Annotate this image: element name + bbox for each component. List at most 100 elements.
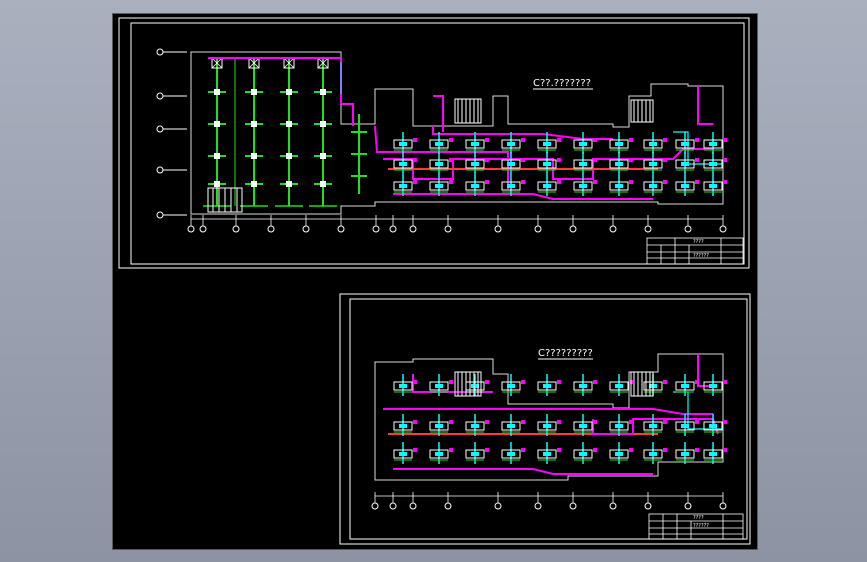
axis-bubble bbox=[371, 502, 379, 510]
axis-bubble bbox=[372, 225, 380, 233]
fan-coil-core bbox=[709, 162, 717, 166]
fan-coil-core bbox=[507, 142, 515, 146]
fan-coil-core bbox=[615, 424, 623, 428]
axis-bubble bbox=[494, 502, 502, 510]
air-diffuser-node bbox=[251, 153, 257, 159]
fan-coil-core bbox=[681, 162, 689, 166]
axis-bubble bbox=[644, 502, 652, 510]
axis-bubble bbox=[494, 225, 502, 233]
axis-bubble bbox=[644, 225, 652, 233]
fan-coil-core bbox=[579, 184, 587, 188]
air-diffuser-node bbox=[214, 153, 220, 159]
sheet-1-fan-coil-units bbox=[393, 132, 727, 196]
fan-coil-core bbox=[471, 184, 479, 188]
fan-coil-core bbox=[543, 384, 551, 388]
fan-coil-core bbox=[543, 142, 551, 146]
air-diffuser-node bbox=[214, 89, 220, 95]
fan-coil-core bbox=[507, 162, 515, 166]
axis-bubble bbox=[719, 502, 727, 510]
sheet-1-drawing-title: C??.??????? bbox=[533, 78, 591, 89]
fan-coil-core bbox=[681, 142, 689, 146]
sheet-2-title-block-header: ???? bbox=[693, 515, 704, 521]
axis-bubble bbox=[609, 225, 617, 233]
air-diffuser-node bbox=[320, 153, 326, 159]
axis-bubble bbox=[232, 225, 240, 233]
cad-viewport[interactable]: C??.??????? ???? ?????? C????????? ???? … bbox=[112, 13, 758, 550]
drawing-sheet-2: C????????? ???? ?????? bbox=[339, 293, 751, 545]
fan-coil-core bbox=[543, 424, 551, 428]
fan-coil-core bbox=[615, 384, 623, 388]
fan-coil-core bbox=[615, 184, 623, 188]
fan-coil-core bbox=[615, 142, 623, 146]
fan-coil-core bbox=[471, 162, 479, 166]
axis-bubble bbox=[534, 502, 542, 510]
fan-coil-core bbox=[435, 184, 443, 188]
fan-coil-core bbox=[507, 184, 515, 188]
sheet-2-drawing-title: C????????? bbox=[538, 348, 593, 359]
sheet-2-main-pipes bbox=[383, 354, 723, 475]
axis-bubble bbox=[389, 225, 397, 233]
fan-coil-core bbox=[709, 384, 717, 388]
axis-bubble bbox=[187, 225, 195, 233]
axis-bubble bbox=[534, 225, 542, 233]
fan-coil-core bbox=[579, 452, 587, 456]
axis-bubble bbox=[199, 225, 207, 233]
air-diffuser-node bbox=[251, 89, 257, 95]
fan-coil-core bbox=[649, 424, 657, 428]
fan-coil-core bbox=[543, 162, 551, 166]
sheet-2-title-block-drawing-name: ?????? bbox=[693, 523, 709, 529]
air-diffuser-node bbox=[320, 89, 326, 95]
fan-coil-core bbox=[507, 384, 515, 388]
sheet-1-main-pipes bbox=[208, 57, 723, 200]
fan-coil-core bbox=[471, 142, 479, 146]
fan-coil-core bbox=[543, 184, 551, 188]
axis-bubble bbox=[719, 225, 727, 233]
axis-bubble bbox=[444, 502, 452, 510]
fan-coil-core bbox=[435, 162, 443, 166]
fan-coil-core bbox=[649, 452, 657, 456]
air-diffuser-node bbox=[214, 181, 220, 187]
air-diffuser-node bbox=[320, 181, 326, 187]
fan-coil-core bbox=[681, 384, 689, 388]
drawing-sheet-1: C??.??????? ???? ?????? bbox=[118, 17, 750, 269]
fan-coil-core bbox=[543, 452, 551, 456]
fan-coil-core bbox=[399, 142, 407, 146]
cad-drawing-canvas: C??.??????? ???? ?????? C????????? ???? … bbox=[118, 17, 751, 545]
axis-bubble bbox=[684, 225, 692, 233]
fan-coil-core bbox=[709, 424, 717, 428]
sheet-1-green-risers bbox=[203, 57, 367, 207]
fan-coil-core bbox=[681, 452, 689, 456]
fan-coil-core bbox=[681, 184, 689, 188]
axis-bubble bbox=[267, 225, 275, 233]
air-diffuser-node bbox=[286, 89, 292, 95]
fan-coil-core bbox=[579, 142, 587, 146]
fan-coil-core bbox=[399, 162, 407, 166]
fan-coil-core bbox=[399, 452, 407, 456]
air-diffuser-node bbox=[251, 121, 257, 127]
sheet-2-column-axis bbox=[371, 492, 727, 510]
axis-bubble bbox=[409, 502, 417, 510]
fan-coil-core bbox=[649, 184, 657, 188]
air-diffuser-node bbox=[286, 153, 292, 159]
axis-bubble bbox=[569, 225, 577, 233]
sheet-1-column-axis bbox=[187, 215, 727, 233]
fan-coil-core bbox=[681, 424, 689, 428]
fan-coil-core bbox=[435, 424, 443, 428]
axis-bubble bbox=[302, 225, 310, 233]
axis-bubble bbox=[409, 225, 417, 233]
axis-bubble bbox=[444, 225, 452, 233]
fan-coil-core bbox=[709, 142, 717, 146]
sheet-1-row-axis bbox=[156, 48, 187, 219]
fan-coil-core bbox=[579, 162, 587, 166]
sheet-1-title-block-header: ???? bbox=[693, 239, 704, 245]
fan-coil-core bbox=[615, 452, 623, 456]
air-diffuser-node bbox=[320, 121, 326, 127]
fan-coil-core bbox=[649, 142, 657, 146]
sheet-1-stairs bbox=[207, 98, 654, 213]
fan-coil-core bbox=[709, 184, 717, 188]
fan-coil-core bbox=[507, 424, 515, 428]
fan-coil-core bbox=[507, 452, 515, 456]
axis-bubble bbox=[569, 502, 577, 510]
fan-coil-core bbox=[435, 452, 443, 456]
sheet-2-building-outline bbox=[374, 353, 724, 481]
